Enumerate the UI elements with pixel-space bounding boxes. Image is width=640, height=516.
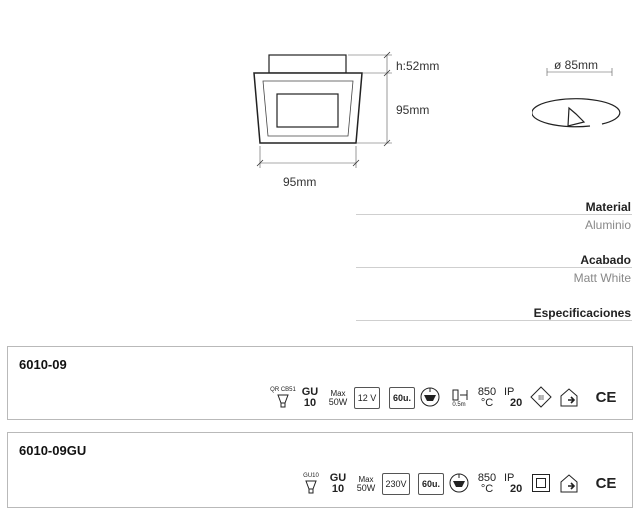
- thermal-protection-icon: [418, 385, 442, 409]
- spec-finish-value: Matt White: [573, 271, 631, 285]
- class-iii-icon: III: [529, 384, 553, 410]
- spec-finish-label: Acabado: [580, 253, 631, 267]
- voltage-badge: 12 V: [354, 387, 380, 409]
- spec-material-label: Material: [585, 200, 631, 214]
- max-wattage-icon: Max 50W: [328, 388, 348, 407]
- spec-divider: [356, 214, 632, 215]
- bulb-icon: [305, 480, 317, 494]
- bulb-icon: [277, 394, 289, 408]
- lamp-icon: GU10: [299, 471, 323, 497]
- socket-icon: GU 10: [329, 472, 347, 495]
- socket-icon: GU 10: [301, 386, 319, 409]
- thermal-protection-icon: [447, 471, 471, 495]
- temperature-icon: 850 °C: [477, 386, 497, 409]
- distance-icon: 0.5m: [447, 385, 471, 411]
- product-code: 6010-09GU: [19, 443, 87, 458]
- product-code: 6010-09: [19, 357, 67, 372]
- ce-mark: CE: [595, 388, 617, 406]
- spec-specifications-label: Especificaciones: [533, 306, 631, 320]
- ip-rating-icon: IP 20: [504, 386, 523, 409]
- voltage-badge: 230V: [382, 473, 410, 495]
- pack-quantity-badge: 60u.: [418, 473, 444, 495]
- max-wattage-icon: Max 50W: [356, 474, 376, 493]
- ce-mark: CE: [595, 474, 617, 492]
- spec-divider: [356, 320, 632, 321]
- lamp-icon: QR CB51: [270, 385, 296, 411]
- front-view-drawing: [253, 51, 392, 168]
- ip-rating-icon: IP 20: [504, 472, 523, 495]
- product-row: 6010-09 QR CB51 GU 10 Max 50W 12 V 60u. …: [7, 346, 633, 420]
- temperature-icon: 850 °C: [477, 472, 497, 495]
- width-dimension-label: 95mm: [283, 175, 317, 189]
- side-dimension-label: 95mm: [396, 103, 430, 117]
- spec-material-value: Aluminio: [584, 218, 631, 232]
- pack-quantity-badge: 60u.: [389, 387, 415, 409]
- spec-divider: [356, 267, 632, 268]
- class-symbol: III: [538, 395, 544, 402]
- height-dimension-label: h:52mm: [396, 59, 440, 73]
- product-row: 6010-09GU GU10 GU 10 Max 50W 230V 60u. 8…: [7, 432, 633, 508]
- class-ii-icon: [530, 471, 552, 495]
- home-installation-icon: [557, 384, 581, 410]
- cutout-view-drawing: [532, 68, 621, 128]
- cutout-diameter-label: ø 85mm: [554, 58, 599, 72]
- home-installation-icon: [557, 470, 581, 496]
